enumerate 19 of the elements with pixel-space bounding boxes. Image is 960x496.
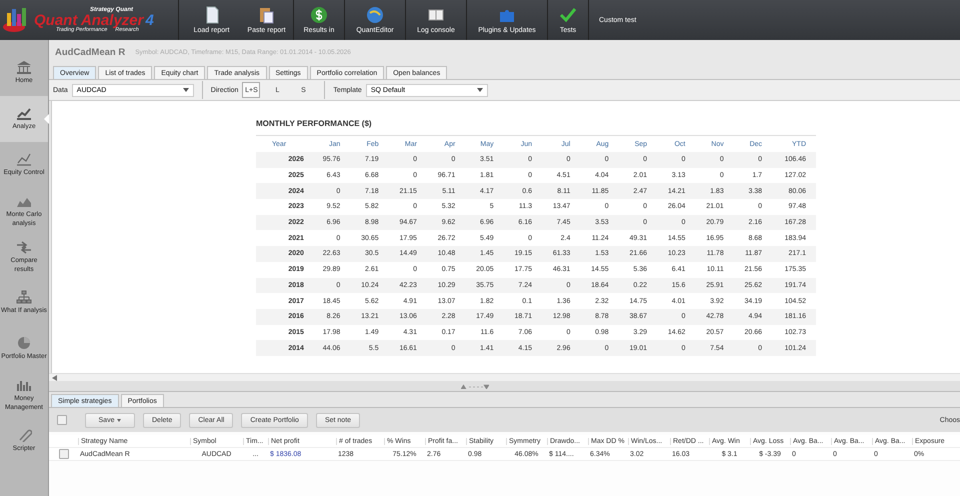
caret-icon <box>117 418 122 424</box>
chart-icon <box>16 106 32 120</box>
splitter-handle-icon[interactable] <box>460 384 488 388</box>
hierarchy-icon <box>16 290 32 304</box>
check-icon <box>559 6 577 24</box>
report-title: AudCadMean R <box>55 46 126 58</box>
bank-icon <box>16 60 32 74</box>
logo-title: Quant Analyzer <box>34 12 144 28</box>
bar-graph-icon <box>16 378 32 392</box>
clipboard-icon <box>257 6 276 24</box>
select-all-checkbox[interactable] <box>57 415 67 425</box>
globe-icon <box>366 6 384 24</box>
dollar-icon <box>310 6 328 24</box>
pie-chart-icon <box>16 336 32 350</box>
logo-version: 4 <box>145 12 154 28</box>
table-title: MONTHLY PERFORMANCE ($) <box>256 119 816 136</box>
arrows-icon <box>16 240 32 254</box>
row-checkbox[interactable] <box>58 449 68 459</box>
line-graph-icon <box>16 152 32 166</box>
